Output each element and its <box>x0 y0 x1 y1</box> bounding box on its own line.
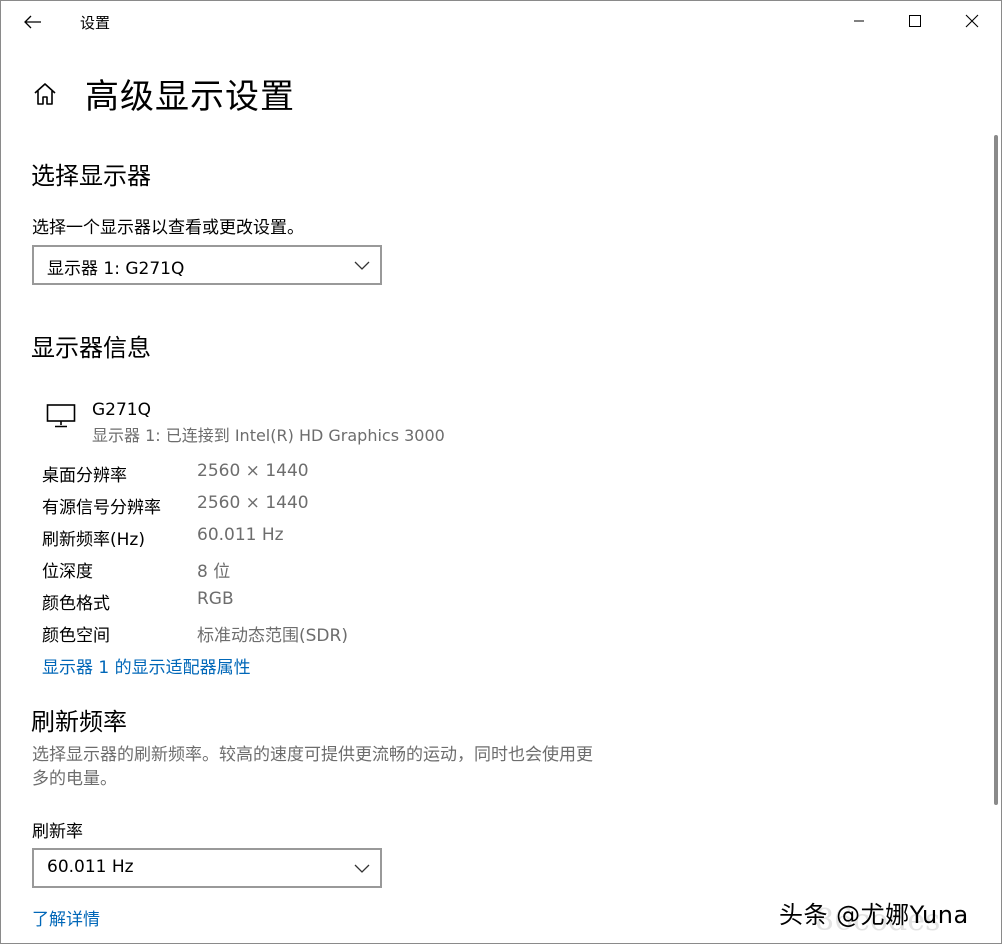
info-label-refresh-rate: 刷新频率(Hz) <box>42 530 145 550</box>
maximize-button[interactable] <box>887 1 943 41</box>
close-button[interactable] <box>944 1 1000 41</box>
minimize-button[interactable] <box>831 1 887 41</box>
display-info-heading: 显示器信息 <box>31 334 151 362</box>
info-label-desktop-resolution: 桌面分辨率 <box>42 466 127 486</box>
refresh-rate-description: 选择显示器的刷新频率。较高的速度可提供更流畅的运动，同时也会使用更多的电量。 <box>32 745 593 789</box>
watermark: 头条 @尤娜Yuna <box>779 901 969 929</box>
minimize-icon <box>854 20 864 22</box>
info-label-color-format: 颜色格式 <box>42 594 110 614</box>
info-value-refresh-rate: 60.011 Hz <box>197 525 284 545</box>
window-title: 设置 <box>80 14 111 32</box>
refresh-rate-value: 60.011 Hz <box>47 857 134 877</box>
info-value-active-signal-resolution: 2560 × 1440 <box>197 493 309 513</box>
refresh-rate-heading: 刷新频率 <box>31 708 127 736</box>
monitor-name: G271Q <box>92 400 152 420</box>
settings-window: 设置 高级显示设置 选择显示器 选择一个显示器以查看或更改设置。 显示器 1: … <box>0 0 1002 944</box>
select-display-prompt: 选择一个显示器以查看或更改设置。 <box>32 218 304 238</box>
info-label-active-signal-resolution: 有源信号分辨率 <box>42 498 161 518</box>
refresh-rate-label: 刷新率 <box>32 822 83 842</box>
close-icon <box>965 14 979 28</box>
info-label-color-space: 颜色空间 <box>42 626 110 646</box>
back-arrow-icon <box>24 15 41 29</box>
maximize-icon <box>909 15 921 27</box>
chevron-down-icon <box>354 261 370 270</box>
info-value-bit-depth: 8 位 <box>197 562 231 582</box>
select-display-heading: 选择显示器 <box>31 162 151 190</box>
display-select-value: 显示器 1: G271Q <box>47 259 185 279</box>
info-value-color-space: 标准动态范围(SDR) <box>197 626 348 646</box>
info-value-color-format: RGB <box>197 589 234 609</box>
learn-more-link[interactable]: 了解详情 <box>32 905 100 930</box>
info-label-bit-depth: 位深度 <box>42 562 93 582</box>
home-icon[interactable] <box>32 81 58 107</box>
monitor-icon <box>46 404 76 428</box>
page-title: 高级显示设置 <box>85 77 295 117</box>
title-bar: 设置 <box>1 1 1001 43</box>
vertical-scrollbar[interactable] <box>994 135 998 805</box>
chevron-down-icon <box>354 864 370 873</box>
back-button[interactable] <box>13 5 53 39</box>
display-adapter-properties-link[interactable]: 显示器 1 的显示适配器属性 <box>42 653 251 678</box>
refresh-rate-dropdown[interactable]: 60.011 Hz <box>32 848 382 888</box>
monitor-subtitle: 显示器 1: 已连接到 Intel(R) HD Graphics 3000 <box>92 426 445 445</box>
info-value-desktop-resolution: 2560 × 1440 <box>197 461 309 481</box>
display-select-dropdown[interactable]: 显示器 1: G271Q <box>32 245 382 285</box>
